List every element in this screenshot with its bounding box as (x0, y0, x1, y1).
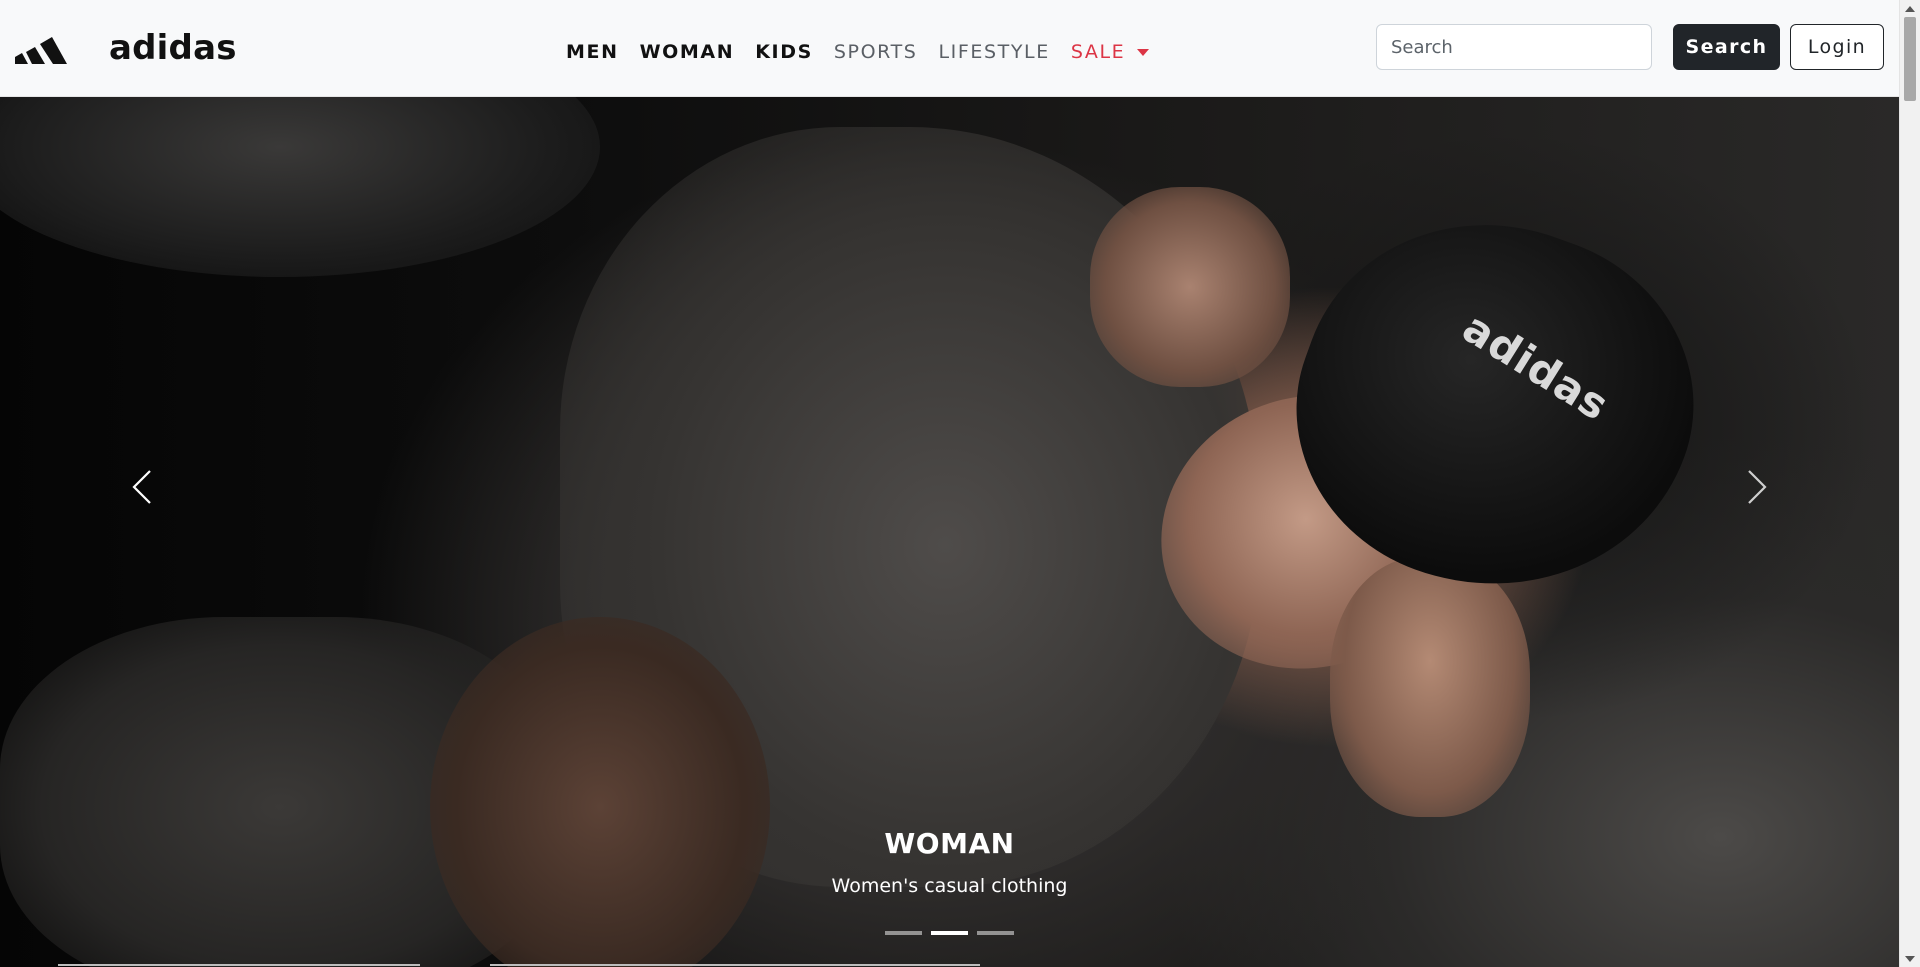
hero-carousel: adidas WOMAN Women's casual clothing (0, 97, 1899, 967)
carousel-prev-button[interactable] (97, 437, 187, 537)
carousel-indicators (885, 931, 1014, 935)
chevron-left-icon (132, 470, 151, 504)
brand-home-link[interactable]: adidas (15, 28, 237, 68)
adidas-logo-icon (15, 37, 67, 64)
carousel-indicator-3[interactable] (977, 931, 1014, 935)
hero-image-hand-lower (1330, 557, 1530, 817)
slide-subtitle: Women's casual clothing (831, 875, 1068, 897)
slide-title: WOMAN (884, 827, 1015, 860)
carousel-indicator-2[interactable] (931, 931, 968, 935)
carousel-next-button[interactable] (1712, 437, 1802, 537)
nav-item-woman[interactable]: WOMAN (640, 39, 735, 65)
caret-down-icon (1137, 48, 1150, 56)
navbar: adidas MEN WOMAN KIDS SPORTS LIFESTYLE S… (0, 0, 1899, 97)
nav-item-sale-label: SALE (1070, 41, 1126, 63)
scroll-up-arrow-icon[interactable] (1900, 0, 1920, 17)
scrollbar-thumb[interactable] (1904, 17, 1916, 101)
hero-image-shadow (0, 97, 600, 277)
search-button[interactable]: Search (1673, 24, 1780, 70)
brand-name: adidas (109, 28, 237, 68)
carousel-indicator-1[interactable] (885, 931, 922, 935)
chevron-right-icon (1748, 470, 1767, 504)
search-form: Search (1376, 24, 1780, 70)
scroll-down-arrow-icon[interactable] (1900, 950, 1920, 967)
hero-image-hand (1090, 187, 1290, 387)
search-input[interactable] (1376, 24, 1652, 70)
login-button[interactable]: Login (1790, 24, 1884, 70)
nav-item-sports[interactable]: SPORTS (834, 39, 918, 65)
main-nav: MEN WOMAN KIDS SPORTS LIFESTYLE SALE (566, 39, 1170, 65)
nav-item-kids[interactable]: KIDS (755, 39, 813, 65)
vertical-scrollbar[interactable] (1899, 0, 1920, 967)
nav-item-men[interactable]: MEN (566, 39, 619, 65)
nav-item-sale-dropdown[interactable]: SALE (1070, 39, 1150, 65)
nav-item-lifestyle[interactable]: LIFESTYLE (938, 39, 1049, 65)
